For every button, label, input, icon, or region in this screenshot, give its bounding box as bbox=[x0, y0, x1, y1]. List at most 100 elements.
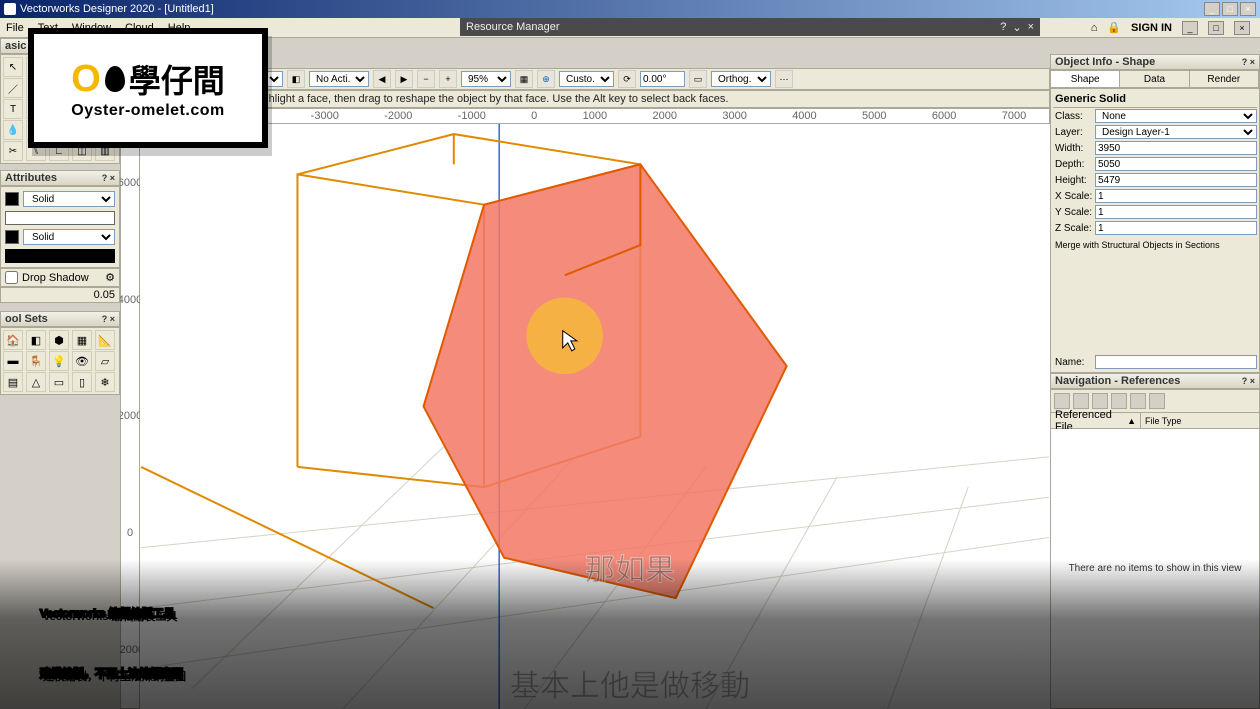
pin-icon[interactable]: ? bbox=[1000, 21, 1006, 34]
class-field[interactable]: None bbox=[1095, 109, 1257, 123]
ts-door-icon[interactable]: ▯ bbox=[72, 372, 92, 392]
fill-type-select[interactable]: Solid bbox=[23, 191, 115, 207]
width-field[interactable] bbox=[1095, 141, 1257, 155]
gear-icon[interactable]: ⚙ bbox=[105, 271, 115, 284]
toolsets-grid: 🏠 ◧ ⬢ ▦ 📐 ▬ 🪑 💡 👁 ▱ ▤ △ ▭ ▯ ❄ bbox=[0, 327, 120, 395]
class-select[interactable]: No Acti... bbox=[309, 71, 369, 87]
grid-icon[interactable]: ▦ bbox=[515, 70, 533, 88]
ts-stair-icon[interactable]: ▤ bbox=[3, 372, 23, 392]
ts-building-icon[interactable]: 🏠 bbox=[3, 330, 23, 350]
object-type: Generic Solid bbox=[1053, 91, 1257, 108]
object-info-body: Generic Solid Class:None Layer:Design La… bbox=[1050, 88, 1260, 373]
logo-dot-icon bbox=[105, 66, 125, 92]
ts-space-icon[interactable]: ▱ bbox=[95, 351, 115, 371]
app-icon bbox=[4, 3, 16, 15]
tab-data[interactable]: Data bbox=[1120, 71, 1189, 87]
ts-visual-icon[interactable]: 👁 bbox=[72, 351, 92, 371]
signin-button[interactable]: SIGN IN bbox=[1131, 22, 1172, 34]
drop-shadow-row[interactable]: Drop Shadow ⚙ bbox=[0, 268, 120, 287]
attributes-palette-header[interactable]: Attributes? × bbox=[0, 170, 120, 186]
pen-type-select[interactable]: Solid bbox=[23, 229, 115, 245]
attributes-body: Solid Solid bbox=[0, 186, 120, 268]
layer-field[interactable]: Design Layer-1 bbox=[1095, 125, 1257, 139]
ts-detail-icon[interactable]: ▦ bbox=[72, 330, 92, 350]
zoom-select[interactable]: 95% bbox=[461, 71, 511, 87]
nav-layers-icon[interactable] bbox=[1073, 393, 1089, 409]
fill-swatch[interactable] bbox=[5, 192, 19, 206]
selection-tool-icon[interactable]: ↖ bbox=[3, 57, 23, 77]
nav-classes-icon[interactable] bbox=[1054, 393, 1070, 409]
ts-3d-icon[interactable]: ◧ bbox=[26, 330, 46, 350]
trim-tool-icon[interactable]: ✂ bbox=[3, 141, 23, 161]
object-info-header[interactable]: Object Info - Shape? × bbox=[1050, 54, 1260, 70]
zscale-field[interactable] bbox=[1095, 221, 1257, 235]
drop-shadow-checkbox[interactable] bbox=[5, 271, 18, 284]
object-info-tabs: Shape Data Render bbox=[1050, 70, 1260, 88]
resource-manager-title: Resource Manager bbox=[466, 21, 560, 33]
render-icon[interactable]: ⊕ bbox=[537, 70, 555, 88]
collapse-icon[interactable]: ⌄ bbox=[1012, 21, 1021, 34]
logo-chinese: 學仔間 bbox=[129, 56, 225, 102]
close-button[interactable]: × bbox=[1240, 2, 1256, 16]
minimize-button[interactable]: _ bbox=[1204, 2, 1220, 16]
ts-hvac-icon[interactable]: ❄ bbox=[95, 372, 115, 392]
doc-maximize-button[interactable]: □ bbox=[1208, 21, 1224, 35]
pen-swatch[interactable] bbox=[5, 230, 19, 244]
doc-minimize-button[interactable]: _ bbox=[1182, 21, 1198, 35]
yscale-field[interactable] bbox=[1095, 205, 1257, 219]
nav-col-type[interactable]: File Type bbox=[1141, 413, 1259, 428]
nav-next-icon[interactable]: ▶ bbox=[395, 70, 413, 88]
resource-manager-bar[interactable]: Resource Manager ? ⌄ × bbox=[460, 18, 1040, 36]
depth-field[interactable] bbox=[1095, 157, 1257, 171]
nav-refs-icon[interactable] bbox=[1149, 393, 1165, 409]
lock-icon: 🔒 bbox=[1107, 21, 1121, 34]
signin-bar: ⌂ 🔒 SIGN IN _ □ × bbox=[1060, 18, 1260, 38]
proj-icon[interactable]: ▭ bbox=[689, 70, 707, 88]
line-tool-icon[interactable]: ／ bbox=[3, 78, 23, 98]
ts-light-icon[interactable]: 💡 bbox=[49, 351, 69, 371]
eyedrop-tool-icon[interactable]: 💧 bbox=[3, 120, 23, 140]
ts-furniture-icon[interactable]: 🪑 bbox=[26, 351, 46, 371]
opacity-row[interactable]: 0.05 bbox=[0, 287, 120, 303]
app-title: Vectorworks Designer 2020 - [Untitled1] bbox=[20, 3, 214, 15]
ts-dims-icon[interactable]: 📐 bbox=[95, 330, 115, 350]
tab-shape[interactable]: Shape bbox=[1051, 71, 1120, 87]
class-icon[interactable]: ◧ bbox=[287, 70, 305, 88]
zoom-in-icon[interactable]: + bbox=[439, 70, 457, 88]
projection-select[interactable]: Orthog... bbox=[711, 71, 771, 87]
nav-viewports-icon[interactable] bbox=[1111, 393, 1127, 409]
watermark-logo: O 學仔間 Oyster-omelet.com bbox=[28, 28, 268, 148]
nav-sheets-icon[interactable] bbox=[1092, 393, 1108, 409]
name-field[interactable] bbox=[1095, 355, 1257, 369]
doc-close-button[interactable]: × bbox=[1234, 21, 1250, 35]
nav-col-file[interactable]: Referenced File ▲ bbox=[1051, 413, 1141, 428]
angle-icon[interactable]: ⟳ bbox=[618, 70, 636, 88]
overlay-caption: Vectorworks 編輯繪製工具 建模繪製，不再土法煉鋼畫圖 bbox=[0, 559, 1260, 709]
ts-roof-icon[interactable]: △ bbox=[26, 372, 46, 392]
pen-color-swatch[interactable] bbox=[5, 249, 115, 263]
toolsets-palette-header[interactable]: ool Sets? × bbox=[0, 311, 120, 327]
zoom-out-icon[interactable]: − bbox=[417, 70, 435, 88]
fill-color-swatch[interactable] bbox=[5, 211, 115, 225]
height-field[interactable] bbox=[1095, 173, 1257, 187]
view-select[interactable]: Custo... bbox=[559, 71, 614, 87]
more-icon[interactable]: ⋯ bbox=[775, 70, 793, 88]
angle-input[interactable] bbox=[640, 71, 685, 87]
text-tool-icon[interactable]: T bbox=[3, 99, 23, 119]
logo-o-icon: O bbox=[71, 58, 101, 101]
tab-render[interactable]: Render bbox=[1190, 71, 1259, 87]
merge-text: Merge with Structural Objects in Section… bbox=[1053, 236, 1257, 254]
xscale-field[interactable] bbox=[1095, 189, 1257, 203]
menu-file[interactable]: File bbox=[6, 22, 24, 34]
ts-walls-icon[interactable]: ▬ bbox=[3, 351, 23, 371]
maximize-button[interactable]: □ bbox=[1222, 2, 1238, 16]
navigation-header[interactable]: Navigation - References? × bbox=[1050, 373, 1260, 389]
close-icon[interactable]: × bbox=[1028, 21, 1034, 34]
ts-window-icon[interactable]: ▭ bbox=[49, 372, 69, 392]
home-icon[interactable]: ⌂ bbox=[1091, 22, 1098, 34]
nav-saved-icon[interactable] bbox=[1130, 393, 1146, 409]
nav-prev-icon[interactable]: ◀ bbox=[373, 70, 391, 88]
ts-site-icon[interactable]: ⬢ bbox=[49, 330, 69, 350]
logo-url: Oyster-omelet.com bbox=[71, 102, 224, 120]
titlebar: Vectorworks Designer 2020 - [Untitled1] … bbox=[0, 0, 1260, 18]
